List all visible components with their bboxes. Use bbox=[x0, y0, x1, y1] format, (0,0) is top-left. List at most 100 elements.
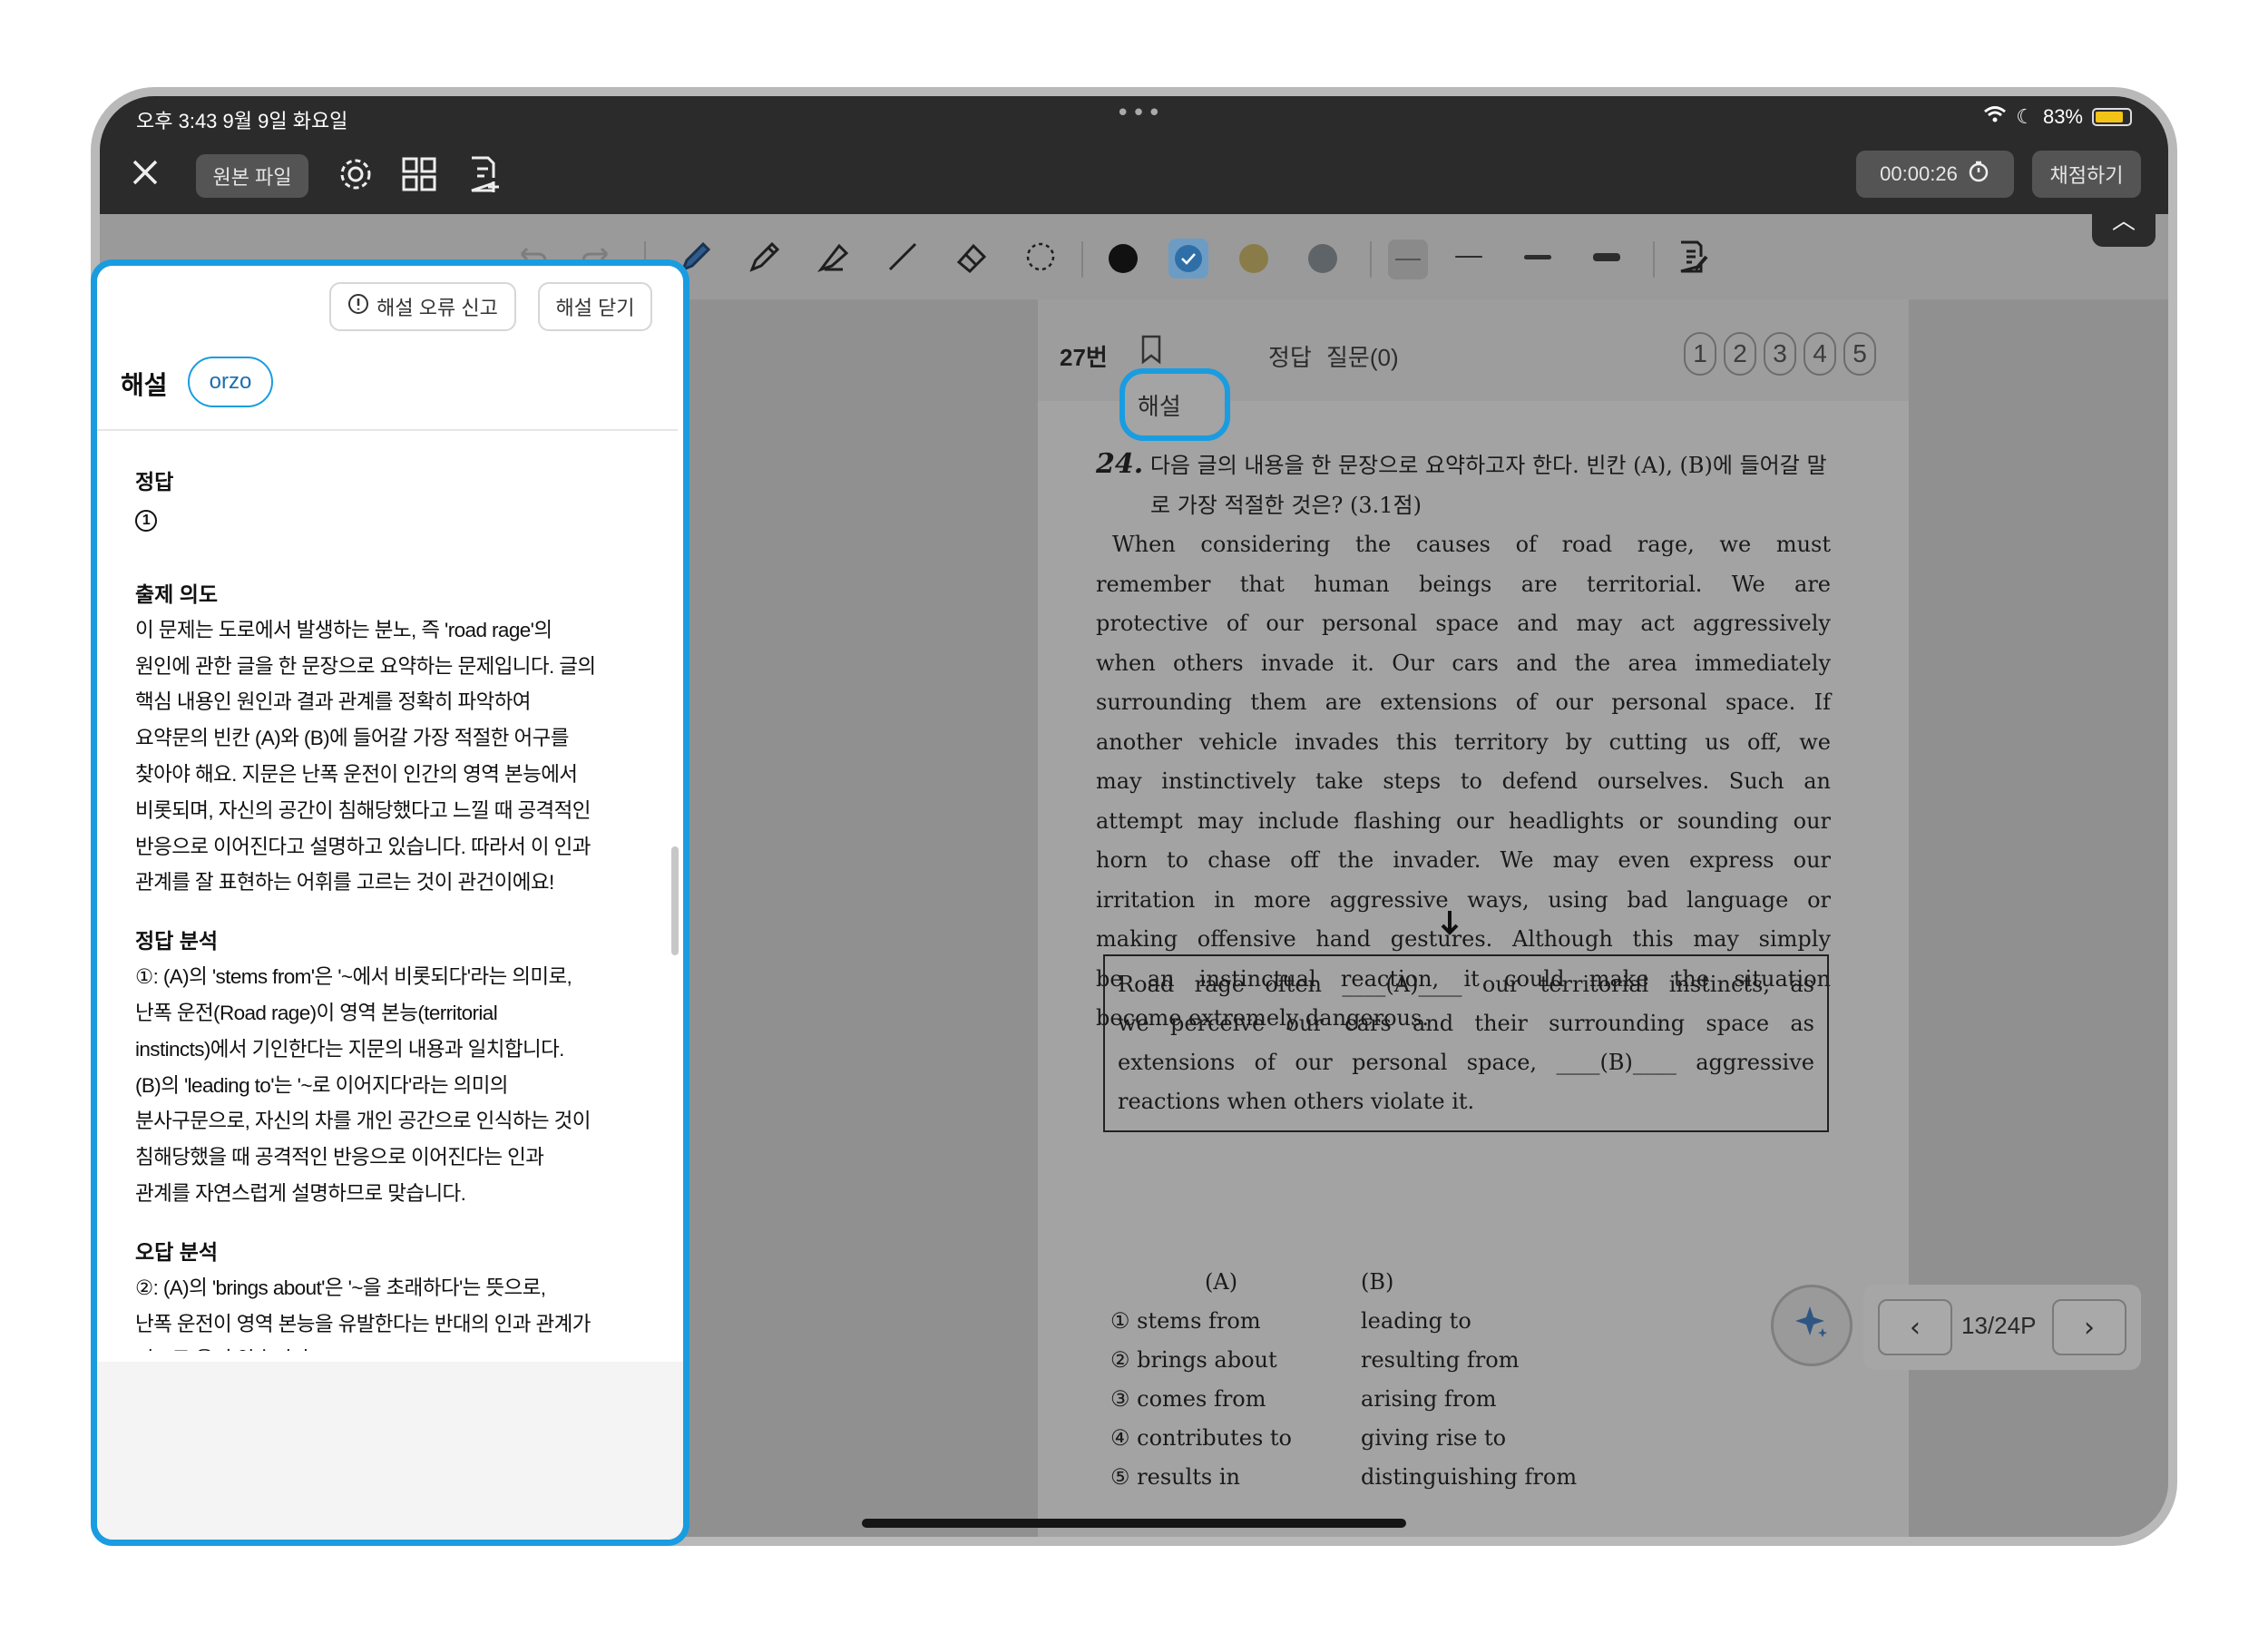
option-b: leading to bbox=[1361, 1308, 1471, 1334]
answer-heading: 정답 bbox=[135, 470, 174, 494]
source-badge[interactable]: orzo bbox=[188, 357, 273, 407]
grid-icon[interactable] bbox=[399, 154, 439, 200]
lasso-icon[interactable] bbox=[1018, 234, 1063, 279]
passage-line: remember that human beings are territori… bbox=[1096, 571, 1831, 597]
document-edit-icon[interactable] bbox=[1669, 234, 1715, 279]
option-a: ② brings about bbox=[1110, 1347, 1277, 1373]
summary-line: we perceive our cars and their surroundi… bbox=[1118, 1011, 1814, 1036]
grade-button[interactable]: 채점하기 bbox=[2032, 151, 2141, 198]
sparkle-icon bbox=[1794, 1303, 1830, 1348]
summary-line: Road rage often ____(A)____ our territor… bbox=[1118, 972, 1814, 997]
wrong-analysis-line: 되므로 옳지 않습니다. bbox=[135, 1342, 643, 1351]
passage-line: horn to chase off the invader. We may ev… bbox=[1096, 847, 1831, 873]
choice-1[interactable]: 1 bbox=[1684, 332, 1716, 376]
option-b: distinguishing from bbox=[1361, 1464, 1578, 1490]
option-row: ③ comes from arising from bbox=[1110, 1380, 1577, 1419]
timer-value: 00:00:26 bbox=[1880, 162, 1958, 185]
passage-line: making offensive hand gestures. Although… bbox=[1096, 926, 1831, 952]
options-header-b: (B) bbox=[1361, 1269, 1394, 1295]
status-time: 오후 3:43 9월 9일 화요일 bbox=[136, 110, 348, 132]
stroke-light[interactable] bbox=[1455, 256, 1482, 258]
stroke-thin-selected[interactable] bbox=[1388, 240, 1428, 279]
question-page: 27번 정답 질문(0) 1 2 3 4 5 24. 다음 글의 내용을 한 문… bbox=[1038, 299, 1909, 1537]
original-file-button[interactable]: 원본 파일 bbox=[196, 154, 308, 198]
chevron-right-icon: › bbox=[2084, 1311, 2095, 1344]
add-note-icon[interactable] bbox=[463, 154, 503, 200]
tab-answer[interactable]: 정답 bbox=[1268, 339, 1312, 373]
status-bar: 오후 3:43 9월 9일 화요일 ••• ☾ 83% bbox=[100, 96, 2168, 136]
toolbar-divider bbox=[1370, 241, 1372, 278]
intent-heading: 출제 의도 bbox=[135, 582, 219, 606]
stroke-bold[interactable] bbox=[1593, 253, 1620, 261]
gear-icon[interactable] bbox=[336, 154, 376, 200]
stroke-medium[interactable] bbox=[1524, 255, 1551, 259]
prev-page-button[interactable]: ‹ bbox=[1878, 1299, 1952, 1355]
passage-line: another vehicle invades this territory b… bbox=[1096, 728, 1831, 755]
option-row: ④ contributes to giving rise to bbox=[1110, 1419, 1577, 1458]
collapse-toolbar-button[interactable]: ︿ bbox=[2092, 203, 2156, 247]
bookmark-icon[interactable] bbox=[1139, 334, 1163, 371]
answer-options: (A) (B) ① stems from leading to ② brings ab… bbox=[1110, 1263, 1577, 1497]
choice-2[interactable]: 2 bbox=[1724, 332, 1756, 376]
analysis-line: instincts)에서 기인한다는 지문의 내용과 일치합니다. bbox=[135, 1037, 564, 1061]
option-row: ② brings about resulting from bbox=[1110, 1341, 1577, 1380]
color-blue-swatch[interactable] bbox=[1168, 239, 1208, 279]
tab-explanation[interactable]: 해설 bbox=[1119, 368, 1230, 441]
question-title-number: 24. bbox=[1096, 448, 1144, 480]
option-a: ③ comes from bbox=[1110, 1386, 1266, 1412]
page-navigator: ‹ 13/24P › bbox=[1863, 1285, 2141, 1370]
intent-line: 관계를 잘 표현하는 어휘를 고르는 것이 관건이에요! bbox=[135, 871, 554, 895]
next-page-button[interactable]: › bbox=[2052, 1299, 2126, 1355]
pen-icon[interactable] bbox=[742, 234, 787, 279]
timer-button[interactable]: 00:00:26 bbox=[1856, 151, 2014, 198]
app-bar: 원본 파일 00:00:26 채점하기 bbox=[100, 136, 2168, 214]
option-row: ⑤ results in distinguishing from bbox=[1110, 1458, 1577, 1497]
tab-questions[interactable]: 질문(0) bbox=[1326, 339, 1399, 373]
analysis-text: ①: (A)의 'stems from'은 '~에서 비롯되다'라는 의미로, 난… bbox=[135, 959, 643, 1212]
intent-line: 요약문의 빈칸 (A)와 (B)에 들어갈 가장 적절한 어구를 bbox=[135, 727, 569, 750]
analysis-line: 침해당했을 때 공격적인 반응으로 이어진다는 인과 bbox=[135, 1146, 544, 1169]
eraser-icon[interactable] bbox=[949, 234, 994, 279]
summary-box: Road rage often ____(A)____ our territor… bbox=[1103, 954, 1829, 1132]
close-explanation-button[interactable]: 해설 닫기 bbox=[538, 282, 652, 331]
choice-4[interactable]: 4 bbox=[1804, 332, 1836, 376]
analysis-heading: 정답 분석 bbox=[135, 929, 219, 953]
choice-5[interactable]: 5 bbox=[1843, 332, 1876, 376]
battery-icon bbox=[2092, 108, 2132, 126]
passage-line: protective of our personal space and may… bbox=[1096, 611, 1831, 636]
close-icon[interactable] bbox=[127, 154, 163, 197]
option-b: giving rise to bbox=[1361, 1425, 1507, 1451]
tab-explanation-label: 해설 bbox=[1138, 393, 1181, 420]
toolbar-divider bbox=[1653, 241, 1655, 278]
home-indicator[interactable] bbox=[862, 1519, 1406, 1528]
wrong-analysis-text: ②: (A)의 'brings about'은 '~을 초래하다'는 뜻으로, 난… bbox=[135, 1270, 643, 1351]
ai-assistant-button[interactable] bbox=[1771, 1285, 1853, 1366]
passage-line: surrounding them are extensions of our p… bbox=[1096, 689, 1831, 715]
option-b: arising from bbox=[1361, 1386, 1497, 1412]
report-error-button[interactable]: 해설 오류 신고 bbox=[329, 282, 516, 331]
color-gray-swatch[interactable] bbox=[1308, 244, 1337, 273]
line-tool-icon[interactable] bbox=[880, 234, 925, 279]
report-error-label: 해설 오류 신고 bbox=[376, 297, 498, 319]
choice-3[interactable]: 3 bbox=[1764, 332, 1796, 376]
panel-divider bbox=[97, 429, 678, 431]
options-header: (A) (B) bbox=[1110, 1263, 1577, 1302]
color-gold-swatch[interactable] bbox=[1239, 244, 1268, 273]
question-number: 27번 bbox=[1060, 344, 1108, 371]
wrong-analysis-heading: 오답 분석 bbox=[135, 1239, 219, 1264]
analysis-line: ①: (A)의 'stems from'은 '~에서 비롯되다'라는 의미로, bbox=[135, 965, 572, 989]
moon-icon: ☾ bbox=[2016, 105, 2034, 128]
alert-circle-icon bbox=[347, 293, 369, 320]
explanation-body: 정답 1 출제 의도 이 문제는 도로에서 발생하는 분노, 즉 'road r… bbox=[135, 444, 643, 1351]
toolbar-divider bbox=[1081, 241, 1083, 278]
question-passage: 24. 다음 글의 내용을 한 문장으로 요약하고자 한다. 빈칸 (A), (… bbox=[1096, 445, 1831, 1039]
intent-line: 원인에 관한 글을 한 문장으로 요약하는 문제입니다. 글의 bbox=[135, 654, 596, 678]
device-frame: 오후 3:43 9월 9일 화요일 ••• ☾ 83% 원본 파일 00:00:… bbox=[0, 0, 2268, 1633]
arrow-down-icon bbox=[1439, 909, 1461, 944]
passage-line: When considering the causes of road rage… bbox=[1112, 532, 1831, 557]
panel-scrollbar[interactable] bbox=[671, 846, 679, 955]
highlighter-icon[interactable] bbox=[811, 234, 856, 279]
intent-line: 이 문제는 도로에서 발생하는 분노, 즉 'road rage'의 bbox=[135, 618, 552, 641]
color-black-swatch[interactable] bbox=[1109, 244, 1138, 273]
multitask-dots[interactable]: ••• bbox=[1116, 100, 1163, 127]
